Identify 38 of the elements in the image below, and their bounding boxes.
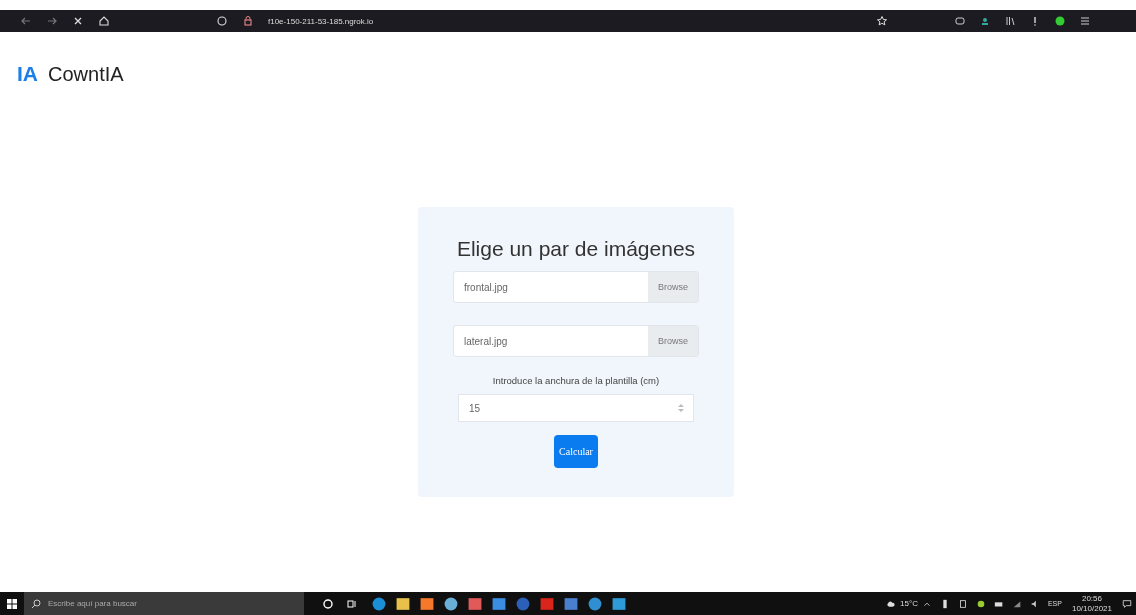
menu-icon[interactable] (1079, 15, 1091, 27)
app-icon[interactable] (372, 596, 386, 611)
close-icon[interactable] (72, 15, 84, 27)
browse-button[interactable]: Browse (648, 326, 698, 356)
app-icon[interactable] (564, 596, 578, 611)
form-title: Elige un par de imágenes (456, 237, 696, 261)
calculate-button[interactable]: Calcular (554, 435, 598, 468)
forward-icon[interactable] (46, 15, 58, 27)
library-icon[interactable] (1004, 15, 1016, 27)
logo[interactable]: IA (17, 62, 38, 86)
windows-start-icon[interactable] (6, 597, 18, 610)
clock[interactable]: 20:56 10/10/2021 (1071, 593, 1112, 614)
weather-temperature[interactable]: 15°C (900, 599, 918, 608)
status-dot-icon[interactable] (975, 598, 986, 609)
number-field[interactable]: 15 (458, 394, 694, 422)
browse-button[interactable]: Browse (648, 272, 698, 302)
search-icon (30, 597, 42, 610)
app-icon[interactable] (396, 596, 410, 611)
app-icon[interactable] (444, 596, 458, 611)
task-view-icon[interactable] (346, 597, 358, 610)
notifications-icon[interactable] (1122, 598, 1132, 609)
lock-icon[interactable] (242, 15, 254, 27)
home-icon[interactable] (98, 15, 110, 27)
app-icon[interactable] (420, 596, 434, 611)
address-bar[interactable]: f10e-150-211-53-185.ngrok.io (268, 16, 374, 26)
cortana-icon[interactable] (322, 597, 334, 610)
app-icon[interactable] (612, 596, 626, 611)
app-title[interactable]: CowntIA (48, 63, 124, 86)
app-icon[interactable] (588, 596, 602, 611)
app-icon[interactable] (468, 596, 482, 611)
file-input[interactable]: frontal.jpg Browse (453, 271, 699, 303)
app-icon[interactable] (492, 596, 506, 611)
taskbar-search-field[interactable]: Escribe aquí para buscar (24, 592, 304, 615)
back-icon[interactable] (20, 15, 32, 27)
field-label: Introduce la anchura de la plantilla (cm) (492, 375, 660, 386)
cloud-icon[interactable] (886, 598, 897, 609)
file-input[interactable]: lateral.jpg Browse (453, 325, 699, 357)
bookmark-star-icon[interactable] (876, 15, 888, 27)
